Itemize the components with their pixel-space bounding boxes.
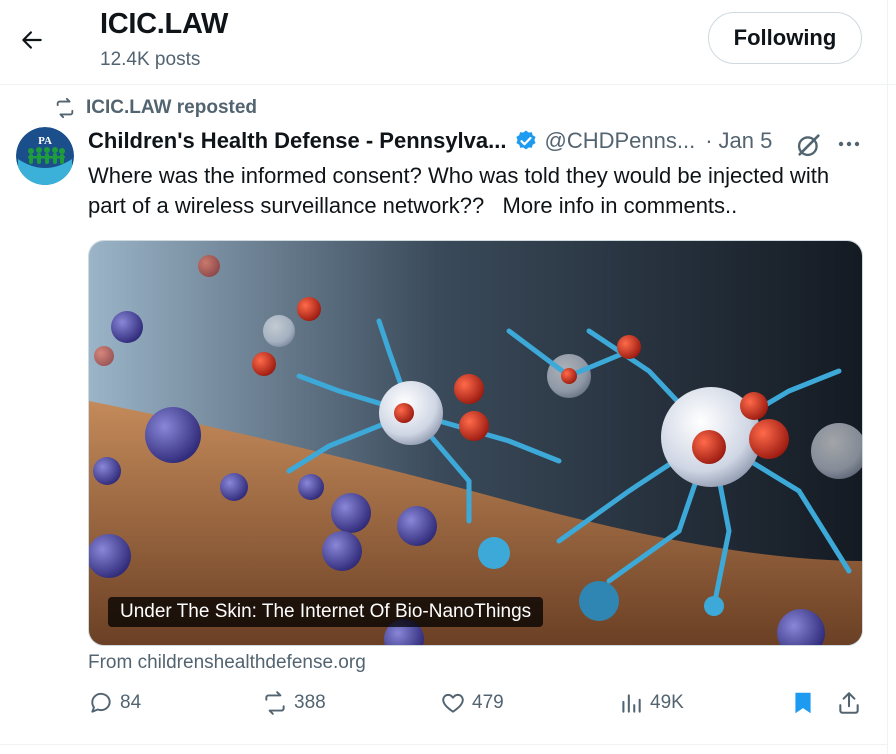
heart-icon (442, 693, 464, 713)
column-divider (887, 0, 888, 754)
avatar-image: PA (16, 127, 74, 185)
arrow-left-icon (22, 31, 42, 49)
like-button[interactable]: 479 (440, 690, 504, 716)
views-button[interactable]: 49K (618, 690, 684, 716)
more-options-button[interactable] (834, 130, 864, 158)
back-button[interactable] (14, 22, 50, 58)
repost-icon (265, 691, 285, 715)
like-count: 479 (472, 692, 504, 713)
profile-header: ICIC.LAW 12.4K posts Following (0, 0, 896, 85)
bookmark-button[interactable] (790, 690, 822, 716)
reply-count: 84 (120, 692, 142, 713)
post-header: Children's Health Defense - Pennsylva...… (88, 128, 772, 154)
author-handle[interactable]: @CHDPenns... (544, 128, 695, 154)
repost-indicator[interactable]: ICIC.LAW reposted (54, 97, 257, 119)
repost-label: ICIC.LAW reposted (86, 97, 258, 118)
profile-name: ICIC.LAW (100, 8, 229, 40)
repost-icon (56, 97, 74, 119)
following-button[interactable]: Following (708, 12, 862, 64)
repost-button[interactable]: 388 (262, 690, 326, 716)
reply-button[interactable]: 84 (88, 690, 141, 716)
action-bar: 84 388 479 49K (0, 690, 896, 730)
reply-icon (91, 692, 111, 713)
grok-icon[interactable] (795, 131, 823, 159)
share-icon (839, 692, 859, 714)
card-caption: Under The Skin: The Internet Of Bio-Nano… (108, 597, 544, 627)
views-bar-icon (622, 694, 641, 713)
more-dots-icon (838, 141, 860, 147)
post-text: Where was the informed consent? Who was … (88, 163, 836, 218)
bookmark-icon (795, 692, 811, 714)
post-divider (0, 744, 887, 745)
author-avatar[interactable]: PA (16, 127, 74, 185)
author-name[interactable]: Children's Health Defense - Pennsylva... (88, 128, 506, 154)
link-card[interactable]: Under The Skin: The Internet Of Bio-Nano… (88, 240, 863, 646)
separator-dot: · (705, 128, 713, 153)
card-source[interactable]: From childrenshealthdefense.org (88, 652, 366, 674)
avatar-monogram: PA (38, 135, 52, 147)
share-button[interactable] (836, 690, 868, 716)
views-count: 49K (650, 692, 684, 713)
posts-count: 12.4K posts (100, 49, 201, 70)
post-date[interactable]: Jan 5 (719, 128, 773, 154)
card-image (89, 241, 862, 645)
verified-badge-icon (516, 130, 536, 150)
repost-count: 388 (294, 692, 326, 713)
